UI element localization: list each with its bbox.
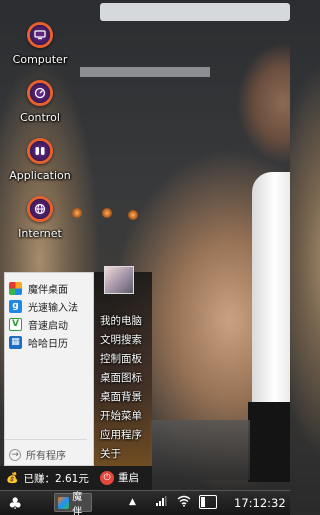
monitor-icon (27, 22, 53, 48)
menu-link-desktop-icons[interactable]: 桌面图标 (100, 370, 142, 385)
menu-link-applications[interactable]: 应用程序 (100, 427, 142, 442)
desktop-icon-label: Application (9, 169, 71, 182)
menu-item-label: 音速启动 (28, 320, 68, 332)
gauge-icon (27, 80, 53, 106)
desktop-icon-label: Computer (12, 53, 68, 66)
avatar[interactable] (104, 266, 134, 294)
start-button[interactable]: ♣ (8, 494, 22, 513)
globe-icon (27, 196, 53, 222)
menu-link-start-menu[interactable]: 开始菜单 (100, 408, 142, 423)
desktop-icon-computer[interactable]: Computer (6, 22, 74, 66)
earnings-label: 已赚：2.61元 (23, 473, 89, 485)
menu-link-about[interactable]: 关于 (100, 446, 121, 461)
menu-item-label: 光速输入法 (28, 302, 78, 314)
signal-icon[interactable] (155, 495, 167, 510)
pinwheel-icon (9, 281, 22, 295)
input-g-icon: g (9, 299, 22, 313)
menu-item-guangsushurufa[interactable]: g 光速输入法 (9, 297, 78, 315)
background-bokeh (102, 208, 112, 218)
apps-icon (27, 138, 53, 164)
desktop-icon-application[interactable]: Application (6, 138, 74, 182)
battery-icon[interactable] (199, 495, 217, 509)
menu-item-yinsuqidong[interactable]: V 音速启动 (9, 315, 68, 333)
menu-item-label: 魔伴桌面 (28, 284, 68, 296)
money-bag-icon: 💰 (6, 473, 19, 484)
moban-app-icon (58, 496, 70, 509)
restart-label: 重启 (118, 472, 139, 484)
background-object (150, 420, 250, 480)
menu-link-search[interactable]: 文明搜索 (100, 332, 142, 347)
arrow-right-icon: → (9, 448, 21, 461)
background-figure-shirt (252, 172, 290, 417)
earnings-display: 💰 已赚：2.61元 (6, 471, 89, 486)
all-programs-label: 所有程序 (26, 451, 66, 462)
desktop-icon-control[interactable]: Control (6, 80, 74, 124)
restart-button[interactable]: ⏻ 重启 (100, 470, 139, 485)
menu-divider (5, 439, 87, 440)
wifi-icon[interactable] (177, 495, 191, 510)
menu-link-control-panel[interactable]: 控制面板 (100, 351, 142, 366)
menu-item-mobanzhuomian[interactable]: 魔伴桌面 (9, 279, 68, 297)
menu-link-desktop-background[interactable]: 桌面背景 (100, 389, 142, 404)
battery-level (201, 497, 206, 507)
clover-icon: ♣ (8, 494, 23, 513)
background-bokeh (128, 210, 138, 220)
tray-expand-arrow[interactable]: ▲ (129, 497, 136, 507)
menu-item-label: 哈哈日历 (28, 338, 68, 350)
power-icon: ⏻ (100, 470, 114, 485)
taskbar-item-label: 魔伴 (72, 491, 83, 515)
v-launch-icon: V (9, 317, 22, 331)
all-programs-button[interactable]: → 所有程序 (9, 447, 66, 462)
menu-item-hahariri[interactable]: ▦ 哈哈日历 (9, 333, 68, 351)
calendar-icon: ▦ (9, 335, 22, 349)
desktop-icon-label: Control (20, 111, 60, 124)
desktop-icon-label: Internet (18, 227, 62, 240)
menu-link-my-computer[interactable]: 我的电脑 (100, 313, 142, 328)
desktop-icon-internet[interactable]: Internet (6, 196, 74, 240)
background-ceiling-light (100, 3, 290, 21)
clock[interactable]: 17:12:32 (234, 496, 286, 510)
start-menu-app-panel: 魔伴桌面 g 光速输入法 V 音速启动 ▦ 哈哈日历 → 所有程序 (4, 272, 94, 466)
background-figure-pants (248, 402, 290, 482)
background-ceiling-strip (80, 67, 210, 77)
taskbar-item-moban[interactable]: 魔伴 (54, 492, 92, 515)
